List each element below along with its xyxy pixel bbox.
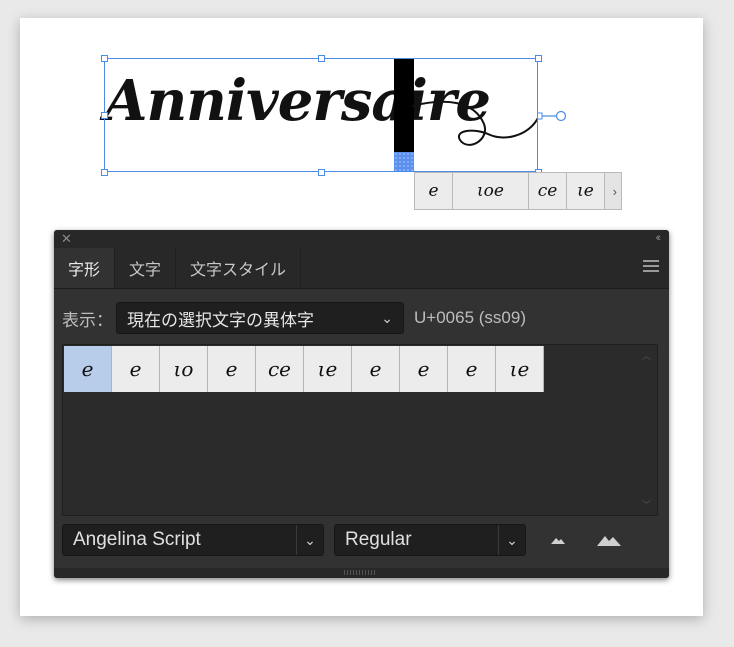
glyph-cell[interactable]: e	[400, 346, 448, 392]
glyph-cell[interactable]: ce	[256, 346, 304, 392]
font-family-select[interactable]: Angelina Script ⌄	[62, 524, 324, 556]
chevron-down-icon[interactable]: ⌄	[498, 525, 525, 555]
text-selection-box[interactable]	[104, 58, 538, 172]
in-context-alternates: e ιοe ce ιe ›	[414, 172, 622, 210]
resize-handle-tl[interactable]	[101, 55, 108, 62]
panel-menu-icon[interactable]	[643, 260, 659, 275]
resize-handle-tc[interactable]	[318, 55, 325, 62]
chevron-down-icon[interactable]: ⌄	[296, 525, 323, 555]
show-dropdown[interactable]: 現在の選択文字の異体字 ⌄	[116, 302, 404, 334]
alternate-glyph[interactable]: e	[415, 173, 453, 209]
show-label: 表示：	[62, 310, 113, 330]
glyph-cell[interactable]: e	[352, 346, 400, 392]
smaller-glyphs-icon[interactable]	[550, 535, 566, 545]
collapse-icon[interactable]: ‹‹	[656, 232, 662, 244]
glyph-row: e e ιο e ce ιe e e e ιe	[64, 346, 544, 392]
resize-handle-ml[interactable]	[101, 112, 108, 119]
glyph-cell[interactable]: e	[208, 346, 256, 392]
rotate-handle-icon[interactable]	[538, 108, 568, 124]
alternate-glyph[interactable]: ce	[529, 173, 567, 209]
unicode-readout: U+0065 (ss09)	[414, 308, 526, 327]
glyph-cell[interactable]: ιe	[304, 346, 352, 392]
chevron-down-icon: ⌄	[381, 309, 393, 326]
panel-header: ✕ ‹‹	[54, 230, 669, 248]
show-dropdown-value: 現在の選択文字の異体字	[127, 310, 314, 330]
scroll-down-icon[interactable]: ﹀	[642, 498, 651, 511]
tab-glyphs[interactable]: 字形	[54, 248, 116, 288]
larger-glyphs-icon[interactable]	[596, 533, 622, 547]
tab-character-styles[interactable]: 文字スタイル	[176, 248, 302, 288]
font-style-value: Regular	[345, 529, 412, 550]
close-icon[interactable]: ✕	[61, 231, 72, 247]
glyph-cell[interactable]: e	[112, 346, 160, 392]
glyph-cell[interactable]: ιe	[496, 346, 544, 392]
font-family-value: Angelina Script	[73, 529, 201, 550]
font-style-select[interactable]: Regular ⌄	[334, 524, 526, 556]
resize-grip[interactable]	[344, 570, 376, 575]
scroll-up-icon[interactable]: ︿	[642, 349, 651, 362]
panel-footer	[54, 568, 669, 578]
resize-handle-tr[interactable]	[535, 55, 542, 62]
chevron-right-icon[interactable]: ›	[605, 173, 621, 209]
show-row: 表示： 現在の選択文字の異体字 ⌄ U+0065 (ss09)	[62, 302, 526, 334]
glyph-cell[interactable]: e	[64, 346, 112, 392]
glyph-cell[interactable]: e	[448, 346, 496, 392]
glyph-grid: e e ιο e ce ιe e e e ιe ︿ ﹀	[62, 344, 658, 516]
glyphs-panel: ✕ ‹‹ 字形 文字 文字スタイル 表示： 現在の選択文字の異体字 ⌄ U+00…	[54, 230, 669, 578]
glyph-cell[interactable]: ιο	[160, 346, 208, 392]
alternate-glyph[interactable]: ιοe	[453, 173, 529, 209]
resize-handle-bc[interactable]	[318, 169, 325, 176]
panel-tabs: 字形 文字 文字スタイル	[54, 248, 669, 289]
tab-character[interactable]: 文字	[115, 248, 177, 288]
resize-handle-bl[interactable]	[101, 169, 108, 176]
font-row: Angelina Script ⌄ Regular ⌄	[62, 524, 622, 556]
alternate-glyph[interactable]: ιe	[567, 173, 605, 209]
